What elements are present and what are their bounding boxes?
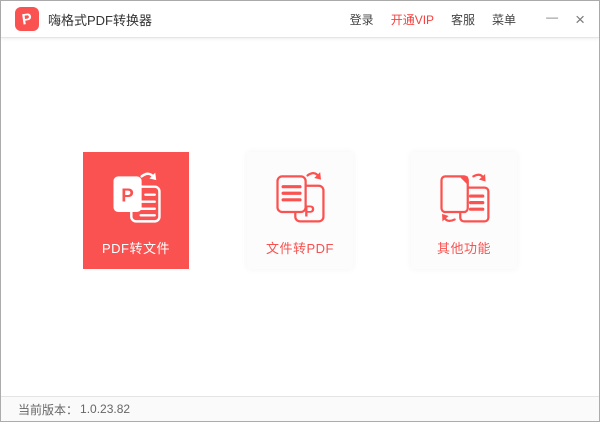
- menu-item-support[interactable]: 客服: [451, 11, 475, 28]
- menu-item-vip[interactable]: 开通VIP: [391, 11, 434, 28]
- card-file-to-pdf[interactable]: P 文件转PDF: [247, 152, 353, 269]
- statusbar: 当前版本： 1.0.23.82: [1, 396, 599, 421]
- card-label: 其他功能: [436, 241, 491, 256]
- card-pdf-to-file[interactable]: P PDF转文件: [83, 152, 189, 269]
- file-to-pdf-icon: P: [276, 172, 325, 223]
- window-controls: — ×: [546, 11, 585, 28]
- icon-letter-p: P: [121, 185, 134, 206]
- card-other-functions[interactable]: 其他功能: [411, 152, 517, 269]
- titlebar-menu: 登录 开通VIP 客服 菜单: [350, 11, 516, 28]
- card-label: PDF转文件: [101, 241, 170, 256]
- app-title: 嗨格式PDF转换器: [48, 12, 153, 28]
- card-label: 文件转PDF: [265, 241, 334, 256]
- version-label: 当前版本：: [18, 402, 79, 417]
- menu-item-login[interactable]: 登录: [350, 11, 374, 28]
- menu-item-menu[interactable]: 菜单: [492, 11, 516, 28]
- close-button[interactable]: ×: [575, 11, 585, 28]
- feature-cards: P PDF转文件 P 文件转PDF 其他功能: [1, 152, 599, 269]
- app-window: P 嗨格式PDF转换器 登录 开通VIP 客服 菜单 — × P PDF转文件 …: [0, 0, 600, 422]
- minimize-button[interactable]: —: [546, 11, 558, 23]
- pdf-to-file-icon: P: [113, 172, 161, 223]
- app-logo-icon: P: [15, 7, 39, 31]
- icon-letter-p: P: [304, 204, 315, 221]
- logo-letter: P: [20, 9, 34, 29]
- other-functions-icon: [440, 173, 490, 223]
- main-content: P PDF转文件 P 文件转PDF 其他功能: [1, 38, 599, 396]
- version-value: 1.0.23.82: [80, 402, 131, 416]
- titlebar: P 嗨格式PDF转换器 登录 开通VIP 客服 菜单 — ×: [1, 1, 599, 38]
